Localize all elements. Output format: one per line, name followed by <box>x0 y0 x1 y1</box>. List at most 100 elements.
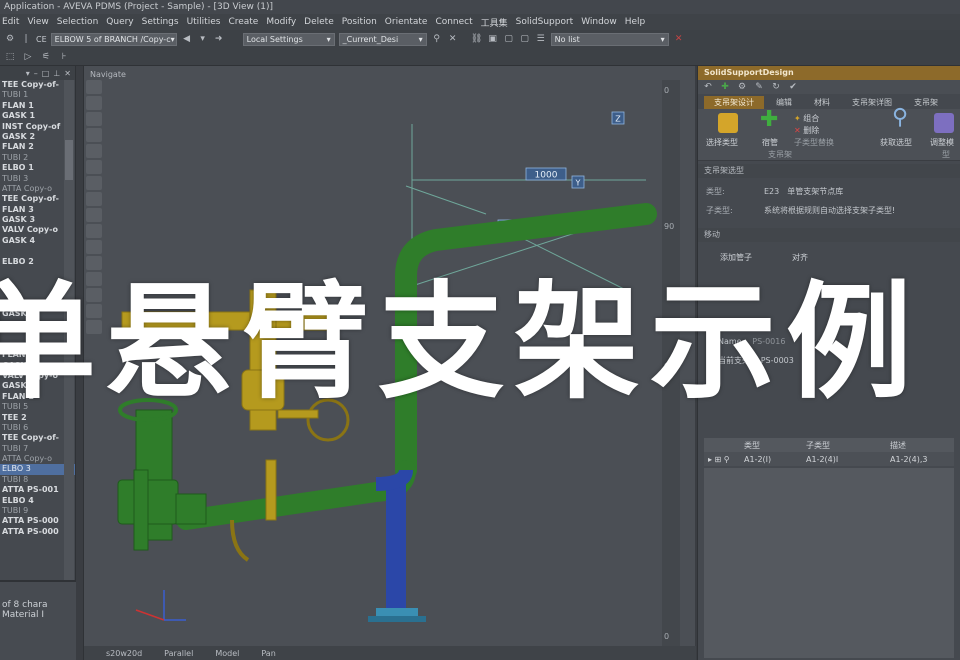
window-icon[interactable]: ▢ <box>519 33 531 45</box>
view-tool-icon[interactable] <box>86 176 102 190</box>
name-value[interactable]: PS-0016 <box>752 337 785 346</box>
adjust-button[interactable]: 调整模 <box>930 137 954 148</box>
save-icon[interactable]: ▣ <box>487 33 499 45</box>
view-tool-icon[interactable] <box>86 240 102 254</box>
tab-material[interactable]: 材料 <box>804 96 840 109</box>
brush-icon[interactable]: ✎ <box>753 81 765 93</box>
add-pipe-button[interactable]: 添加管子 <box>720 252 752 263</box>
play-icon[interactable]: ▷ <box>22 51 34 63</box>
separator-icon: | <box>24 34 28 44</box>
menu-tools[interactable]: 工具集 <box>481 16 508 29</box>
add-icon[interactable]: ✚ <box>760 107 778 132</box>
adjust-icon[interactable] <box>934 113 954 133</box>
minimize-icon[interactable]: – <box>34 69 38 78</box>
design-combo[interactable]: _Current_Desi ▾ <box>338 32 427 46</box>
view-tool-icon[interactable] <box>86 128 102 142</box>
menu-create[interactable]: Create <box>228 17 258 27</box>
arrow-left-icon[interactable]: ◀ <box>181 33 193 45</box>
sub-replace-button[interactable]: 子类型替换 <box>794 137 834 148</box>
menu-query[interactable]: Query <box>106 17 133 27</box>
align-button[interactable]: 对齐 <box>792 252 808 263</box>
tool-icon[interactable]: ⊦ <box>58 51 70 63</box>
menu-help[interactable]: Help <box>625 17 646 27</box>
menu-delete[interactable]: Delete <box>304 17 334 27</box>
dropdown-icon[interactable]: ▾ <box>26 69 30 78</box>
name-key: Name: <box>718 337 745 346</box>
close-icon[interactable]: ✕ <box>447 33 459 45</box>
list-icon[interactable]: ☰ <box>535 33 547 45</box>
view-tool-icon[interactable] <box>86 288 102 302</box>
view-tool-icon[interactable] <box>86 304 102 318</box>
menu-position[interactable]: Position <box>342 17 377 27</box>
view-tool-icon[interactable] <box>86 96 102 110</box>
restore-icon[interactable]: □ <box>42 69 50 78</box>
tab-support[interactable]: 支吊架 <box>904 96 948 109</box>
tree-scrollbar[interactable] <box>64 80 74 580</box>
view-tool-icon[interactable] <box>86 112 102 126</box>
attribute-line-2: Material I <box>2 610 45 620</box>
check-icon[interactable]: ✔ <box>787 81 799 93</box>
settings-icon[interactable]: ⚙ <box>736 81 748 93</box>
pin-icon[interactable]: ⊥ <box>53 69 60 78</box>
arrow-down-icon[interactable]: ▾ <box>197 33 209 45</box>
menu-edit[interactable]: Edit <box>2 17 19 27</box>
menu-connect[interactable]: Connect <box>435 17 472 27</box>
ce-combo[interactable]: ELBOW 5 of BRANCH /Copy-c ▾ <box>50 32 177 46</box>
menu-orientate[interactable]: Orientate <box>385 17 428 27</box>
ruler-label: 0 <box>664 632 670 641</box>
link-icon[interactable]: ⛓ <box>471 33 483 45</box>
view-tool-icon[interactable] <box>86 160 102 174</box>
pointer-icon[interactable]: ⬚ <box>4 51 16 63</box>
grid-button[interactable]: 宿管 <box>762 137 778 148</box>
row-expander-icon[interactable]: ▸ ⊞ ⚲ <box>704 455 744 464</box>
close-icon[interactable]: ✕ <box>64 69 71 78</box>
view-tool-icon[interactable] <box>86 144 102 158</box>
binoculars-icon[interactable]: ⚲ <box>431 33 443 45</box>
menu-settings[interactable]: Settings <box>142 17 179 27</box>
tab-support-design[interactable]: 支吊架设计 <box>704 96 764 109</box>
add-icon[interactable]: ✚ <box>719 81 731 93</box>
support-base-plate <box>368 616 426 622</box>
view-tool-icon[interactable] <box>86 208 102 222</box>
status-mode: Model <box>215 648 240 658</box>
delete-button[interactable]: ✕ 删除 <box>794 125 819 136</box>
chevron-down-icon: ▾ <box>660 34 665 44</box>
settings-combo[interactable]: Local Settings ▾ <box>242 32 335 46</box>
get-select-button[interactable]: 获取选型 <box>880 137 912 148</box>
undo-icon[interactable]: ↶ <box>702 81 714 93</box>
menu-modify[interactable]: Modify <box>266 17 296 27</box>
refresh-icon[interactable]: ↻ <box>770 81 782 93</box>
explorer-panel: ▾ – □ ⊥ ✕ TEE Copy-of- TUBI 1 FLAN 1 GASK 1… <box>0 66 76 580</box>
arrow-right-icon[interactable]: ➜ <box>213 33 225 45</box>
3d-view[interactable]: Navigate 1000 Z Y 0 90 90 0 s20w20d Para… <box>83 66 696 660</box>
menu-utilities[interactable]: Utilities <box>187 17 221 27</box>
list-combo[interactable]: No list ▾ <box>550 32 669 46</box>
search-icon[interactable]: ⚲ <box>892 105 908 130</box>
view-tool-icon[interactable] <box>86 256 102 270</box>
axis-z-label: Z <box>615 115 621 124</box>
view-tool-icon[interactable] <box>86 320 102 334</box>
view-tool-icon[interactable] <box>86 192 102 206</box>
view-tool-icon[interactable] <box>86 272 102 286</box>
view-tool-icon[interactable] <box>86 80 102 94</box>
current-support-row: 当前支架: PS-0003 <box>698 351 960 370</box>
dimension-lines <box>405 124 647 291</box>
table-row[interactable]: ▸ ⊞ ⚲ A1-2(I) A1-2(4)I A1-2(4),3 <box>704 452 954 466</box>
select-type-button[interactable]: 选择类型 <box>706 137 738 148</box>
menu-view[interactable]: View <box>27 17 48 27</box>
menu-solidsupport[interactable]: SolidSupport <box>516 17 574 27</box>
path-icon[interactable]: ⚟ <box>40 51 52 63</box>
scrollbar-thumb[interactable] <box>65 140 73 180</box>
window-title: Application - AVEVA PDMS (Project - Samp… <box>0 0 960 14</box>
window-icon[interactable]: ▢ <box>503 33 515 45</box>
build-button[interactable]: ✦ 组合 <box>794 113 819 124</box>
select-type-icon[interactable] <box>718 113 738 133</box>
menu-window[interactable]: Window <box>581 17 617 27</box>
view-tool-icon[interactable] <box>86 224 102 238</box>
gear-icon[interactable]: ⚙ <box>4 33 16 45</box>
close-icon[interactable]: ✕ <box>673 33 685 45</box>
ribbon-tabs: 支吊架设计 编辑 材料 支吊架详图 支吊架 <box>698 94 960 109</box>
3d-scene[interactable]: 1000 Z Y <box>106 80 662 646</box>
ribbon-group-label: 支吊架 <box>768 150 792 159</box>
menu-selection[interactable]: Selection <box>57 17 98 27</box>
